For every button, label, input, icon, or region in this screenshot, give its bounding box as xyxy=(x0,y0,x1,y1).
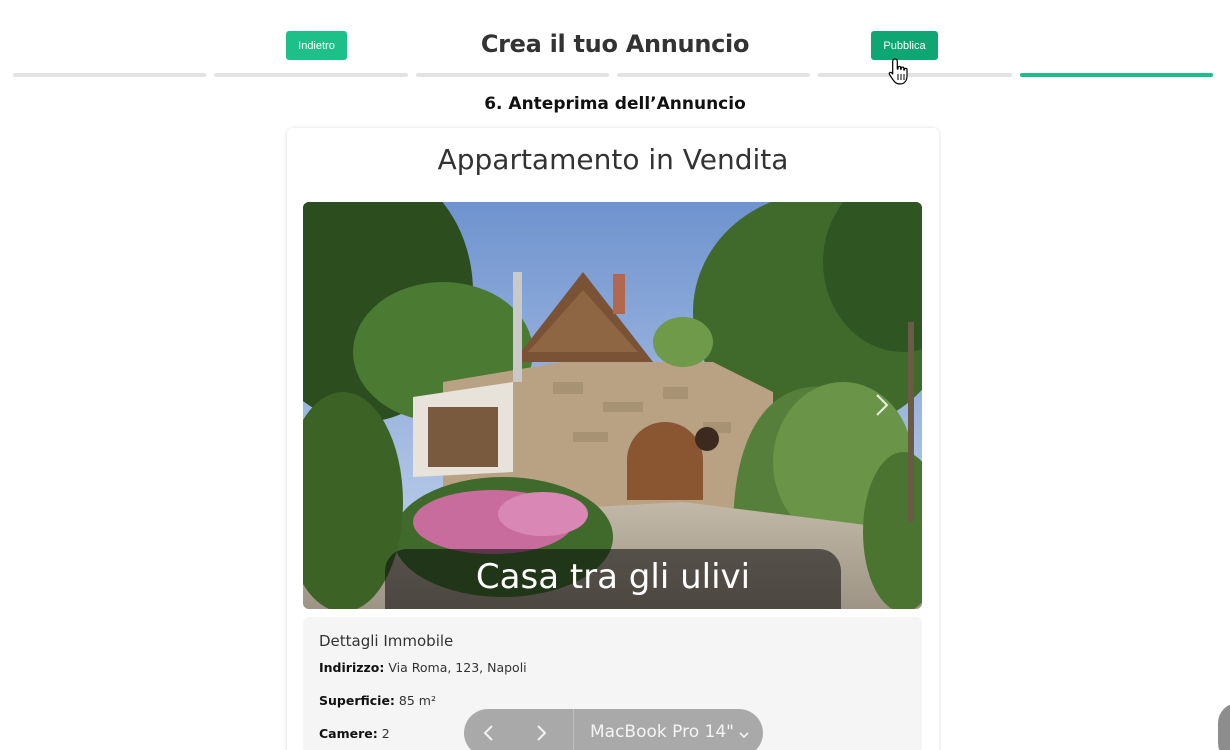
detail-area: Superficie: 85 m² xyxy=(319,693,436,708)
rooms-value: 2 xyxy=(381,726,390,741)
chevron-right-icon xyxy=(537,725,547,741)
house-photo-illustration xyxy=(303,202,922,609)
address-value: Via Roma, 123, Napoli xyxy=(388,660,527,675)
progress-step-4 xyxy=(617,73,810,77)
progress-step-1 xyxy=(13,73,206,77)
step-progress-bar xyxy=(13,73,1213,77)
device-dropdown-button[interactable] xyxy=(738,728,750,740)
details-heading: Dettagli Immobile xyxy=(319,632,454,650)
photo-caption: Casa tra gli ulivi xyxy=(475,557,751,597)
page-title: Crea il tuo Annuncio xyxy=(480,30,750,58)
toolbar-forward-button[interactable] xyxy=(531,723,551,743)
toolbar-divider xyxy=(573,709,574,750)
hand-pointer-icon xyxy=(885,56,917,88)
listing-title: Appartamento in Vendita xyxy=(437,143,789,176)
progress-step-2 xyxy=(214,73,408,77)
progress-step-3 xyxy=(416,73,609,77)
area-value: 85 m² xyxy=(398,693,436,708)
area-label: Superficie: xyxy=(319,693,395,708)
floating-control[interactable] xyxy=(1218,703,1230,750)
next-photo-button[interactable] xyxy=(870,390,894,420)
chevron-down-icon xyxy=(739,732,749,739)
detail-rooms: Camere: 2 xyxy=(319,726,390,741)
chevron-left-icon xyxy=(483,725,493,741)
chevron-right-icon xyxy=(876,394,889,416)
rooms-label: Camere: xyxy=(319,726,378,741)
detail-address: Indirizzo: Via Roma, 123, Napoli xyxy=(319,660,527,675)
address-label: Indirizzo: xyxy=(319,660,385,675)
toolbar-back-button[interactable] xyxy=(479,723,499,743)
progress-step-6 xyxy=(1020,73,1213,77)
device-selector[interactable]: MacBook Pro 14" xyxy=(590,722,734,742)
step-title: 6. Anteprima dell’Annuncio xyxy=(484,94,746,114)
listing-photo[interactable] xyxy=(303,202,922,609)
